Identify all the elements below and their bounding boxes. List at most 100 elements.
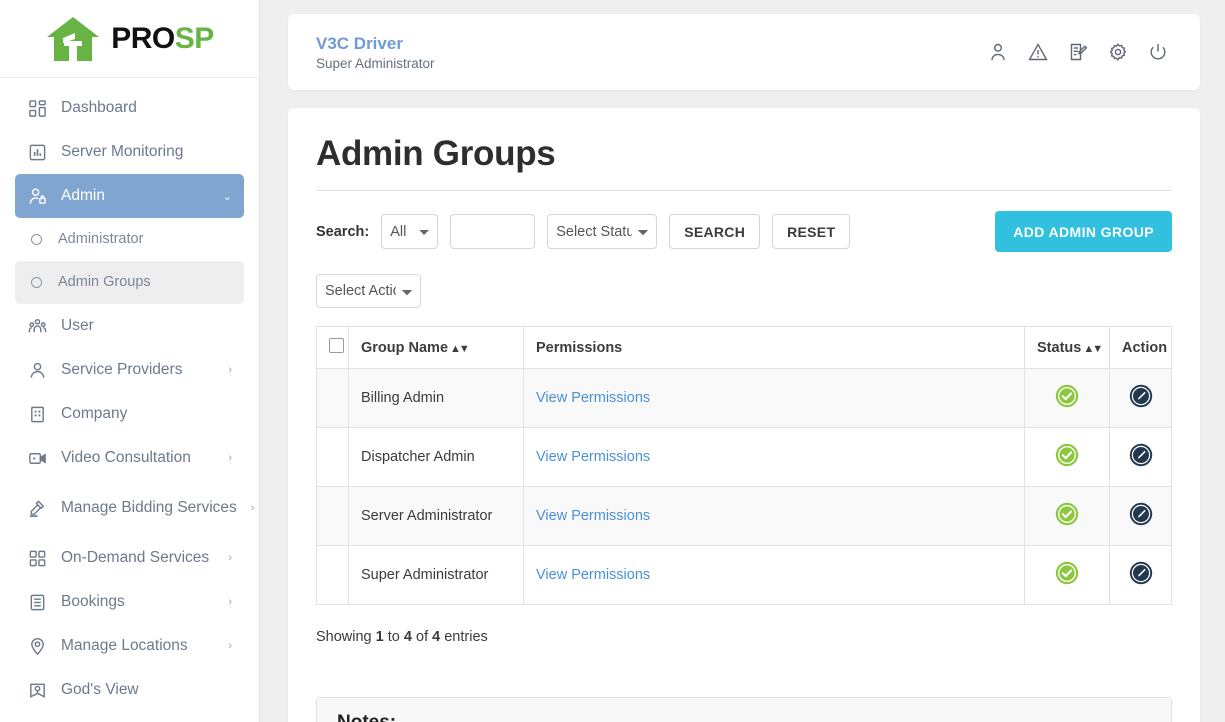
sidebar-item-label: Video Consultation — [61, 449, 191, 467]
sidebar-item-label: Manage Bidding Services — [61, 499, 237, 517]
check-circle-icon[interactable] — [1054, 442, 1080, 472]
reset-button[interactable]: RESET — [772, 214, 851, 249]
house-icon — [45, 15, 101, 63]
showing-from: 1 — [375, 629, 384, 645]
person-icon[interactable] — [988, 42, 1008, 62]
view-permissions-link[interactable]: View Permissions — [536, 449, 650, 465]
warning-triangle-icon[interactable] — [1028, 42, 1048, 62]
circle-outline-icon — [31, 234, 42, 245]
row-select-cell[interactable] — [316, 545, 349, 605]
check-circle-icon[interactable] — [1054, 383, 1080, 413]
video-camera-icon — [27, 448, 47, 468]
sidebar-item-company[interactable]: Company — [15, 392, 244, 436]
status-select[interactable]: Select Status — [547, 214, 658, 249]
sort-icon[interactable]: ▲▼ — [450, 343, 470, 355]
sidebar-item-label: User — [61, 317, 94, 335]
power-icon[interactable] — [1148, 42, 1168, 62]
status-cell — [1024, 368, 1110, 428]
check-circle-icon[interactable] — [1054, 560, 1080, 590]
action-cell — [1109, 486, 1172, 546]
chevron-right-icon: › — [228, 552, 232, 564]
users-group-icon — [27, 316, 47, 336]
sidebar-item-on-demand-services[interactable]: On-Demand Services › — [15, 536, 244, 580]
sidebar-item-label: Bookings — [61, 593, 125, 611]
list-document-icon — [27, 592, 47, 612]
sidebar-item-manage-bidding-services[interactable]: Manage Bidding Services › — [15, 480, 254, 536]
brand-name-primary: PRO — [111, 21, 175, 55]
sort-icon[interactable]: ▲▼ — [1083, 343, 1103, 355]
user-name[interactable]: V3C Driver — [316, 34, 435, 54]
sidebar-item-server-monitoring[interactable]: Server Monitoring — [15, 130, 244, 174]
brand-logo[interactable]: PROSP — [0, 0, 259, 78]
table-row: Server Administrator View Permissions — [316, 486, 1172, 546]
circle-outline-icon — [31, 277, 42, 288]
sidebar-item-dashboard[interactable]: Dashboard — [15, 86, 244, 130]
chart-bar-icon — [27, 142, 47, 162]
chevron-right-icon: › — [228, 452, 232, 464]
action-cell — [1109, 427, 1172, 487]
sidebar-item-admin[interactable]: Admin ⌄ — [15, 174, 244, 218]
user-role: Super Administrator — [316, 55, 435, 71]
sidebar-item-label: Server Monitoring — [61, 143, 184, 161]
row-select-cell[interactable] — [316, 368, 349, 428]
select-all-checkbox[interactable] — [329, 338, 344, 353]
group-name-cell: Dispatcher Admin — [348, 427, 524, 487]
select-all-header — [316, 326, 349, 369]
search-button[interactable]: SEARCH — [669, 214, 761, 249]
status-cell — [1024, 545, 1110, 605]
table-row: Dispatcher Admin View Permissions — [316, 427, 1172, 487]
building-icon — [27, 404, 47, 424]
bulk-action-bar: Select Action — [316, 274, 1172, 308]
user-lock-icon — [27, 186, 47, 206]
topbar-icons — [988, 42, 1168, 62]
edit-pencil-icon[interactable] — [1128, 560, 1154, 590]
edit-pencil-icon[interactable] — [1128, 501, 1154, 531]
edit-pencil-icon[interactable] — [1128, 442, 1154, 472]
group-name-header[interactable]: Group Name ▲▼ — [348, 326, 524, 369]
sidebar-item-admin-groups[interactable]: Admin Groups — [15, 261, 244, 304]
sidebar-item-user[interactable]: User — [15, 304, 244, 348]
group-name-cell: Billing Admin — [348, 368, 524, 428]
group-name-cell: Server Administrator — [348, 486, 524, 546]
grid-squares-icon — [27, 548, 47, 568]
app-root: PROSP Dashboard Server Monitoring Admin … — [0, 0, 1225, 722]
sidebar-item-label: Manage Locations — [61, 637, 188, 655]
edit-document-icon[interactable] — [1068, 42, 1088, 62]
showing-entries: Showing 1 to 4 of 4 entries — [316, 629, 1172, 645]
search-input[interactable] — [450, 214, 536, 249]
permissions-cell: View Permissions — [523, 545, 1025, 605]
status-header[interactable]: Status ▲▼ — [1024, 326, 1110, 369]
main-content: V3C Driver Super Administrator Admin Gro… — [260, 0, 1225, 722]
table-row: Billing Admin View Permissions — [316, 368, 1172, 428]
search-label: Search: — [316, 223, 370, 240]
chevron-right-icon: › — [228, 596, 232, 608]
permissions-cell: View Permissions — [523, 427, 1025, 487]
view-permissions-link[interactable]: View Permissions — [536, 508, 650, 524]
notes-panel: Notes: Administrator module will list al… — [316, 697, 1172, 722]
sidebar-item-administrator[interactable]: Administrator — [15, 218, 244, 261]
sidebar-item-gods-view[interactable]: God's View — [15, 668, 244, 712]
view-permissions-link[interactable]: View Permissions — [536, 567, 650, 583]
sidebar-item-video-consultation[interactable]: Video Consultation › — [15, 436, 244, 480]
permissions-cell: View Permissions — [523, 368, 1025, 428]
group-name-header-label: Group Name — [361, 339, 449, 356]
sidebar-item-label: Company — [61, 405, 128, 423]
row-select-cell[interactable] — [316, 486, 349, 546]
sidebar-item-bookings[interactable]: Bookings › — [15, 580, 244, 624]
add-admin-group-button[interactable]: ADD ADMIN GROUP — [995, 211, 1172, 252]
showing-suffix: entries — [444, 629, 488, 645]
chevron-down-icon: ⌄ — [222, 190, 232, 203]
check-circle-icon[interactable] — [1054, 501, 1080, 531]
edit-pencil-icon[interactable] — [1128, 383, 1154, 413]
search-field-select[interactable]: All — [381, 214, 439, 249]
sidebar-item-manage-locations[interactable]: Manage Locations › — [15, 624, 244, 668]
action-header: Action — [1109, 326, 1172, 369]
row-select-cell[interactable] — [316, 427, 349, 487]
bulk-action-select[interactable]: Select Action — [316, 274, 421, 308]
sidebar-item-service-providers[interactable]: Service Providers › — [15, 348, 244, 392]
sidebar: PROSP Dashboard Server Monitoring Admin … — [0, 0, 260, 722]
status-cell — [1024, 486, 1110, 546]
gavel-icon — [27, 498, 47, 518]
gear-icon[interactable] — [1108, 42, 1128, 62]
view-permissions-link[interactable]: View Permissions — [536, 390, 650, 406]
